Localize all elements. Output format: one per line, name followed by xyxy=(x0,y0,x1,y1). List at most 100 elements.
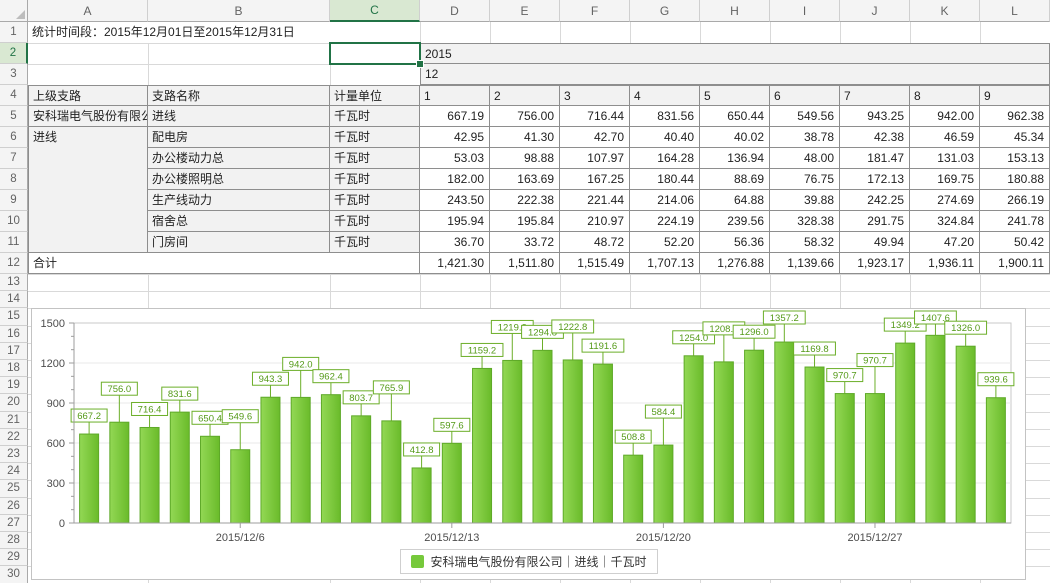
value-cell[interactable]: 943.25 xyxy=(840,106,910,127)
bar-day-25[interactable] xyxy=(805,367,824,523)
value-cell[interactable]: 180.44 xyxy=(630,169,700,190)
value-cell[interactable]: 153.13 xyxy=(980,148,1050,169)
value-cell[interactable]: 47.20 xyxy=(910,232,980,253)
bar-day-30[interactable] xyxy=(956,346,975,523)
year-cell[interactable]: 2015 xyxy=(420,43,1050,64)
unit-cell[interactable]: 千瓦时 xyxy=(330,148,420,169)
total-value-cell[interactable]: 1,139.66 xyxy=(770,253,840,274)
value-cell[interactable]: 716.44 xyxy=(560,106,630,127)
unit-cell[interactable]: 千瓦时 xyxy=(330,106,420,127)
row-header-12[interactable]: 12 xyxy=(0,253,28,274)
bar-day-22[interactable] xyxy=(714,362,733,523)
branch-name-cell[interactable]: 办公楼照明总 xyxy=(148,169,330,190)
value-cell[interactable]: 167.25 xyxy=(560,169,630,190)
row-header-2[interactable]: 2 xyxy=(0,43,28,64)
value-cell[interactable]: 242.25 xyxy=(840,190,910,211)
column-header-F[interactable]: F xyxy=(560,0,630,22)
branch-name-cell[interactable]: 宿舍总 xyxy=(148,211,330,232)
value-cell[interactable]: 36.70 xyxy=(420,232,490,253)
value-cell[interactable]: 48.00 xyxy=(770,148,840,169)
row-header-14[interactable]: 14 xyxy=(0,291,28,308)
parent-branch-cell[interactable]: 安科瑞电气股份有限公司 xyxy=(28,106,148,127)
value-cell[interactable]: 40.40 xyxy=(630,127,700,148)
total-value-cell[interactable]: 1,421.30 xyxy=(420,253,490,274)
value-cell[interactable]: 181.47 xyxy=(840,148,910,169)
row-header-8[interactable]: 8 xyxy=(0,169,28,190)
value-cell[interactable]: 53.03 xyxy=(420,148,490,169)
day-header[interactable]: 1 xyxy=(420,85,490,106)
bar-day-7[interactable] xyxy=(261,397,280,523)
total-label-cell[interactable]: 合计 xyxy=(28,253,420,274)
unit-cell[interactable]: 千瓦时 xyxy=(330,127,420,148)
value-cell[interactable]: 172.13 xyxy=(840,169,910,190)
bar-day-4[interactable] xyxy=(170,412,189,523)
column-header-G[interactable]: G xyxy=(630,0,700,22)
row-header-21[interactable]: 21 xyxy=(0,412,28,429)
value-cell[interactable]: 222.38 xyxy=(490,190,560,211)
total-value-cell[interactable]: 1,515.49 xyxy=(560,253,630,274)
value-cell[interactable]: 224.19 xyxy=(630,211,700,232)
unit-cell[interactable]: 千瓦时 xyxy=(330,169,420,190)
row-header-28[interactable]: 28 xyxy=(0,532,28,549)
value-cell[interactable]: 291.75 xyxy=(840,211,910,232)
day-header[interactable]: 7 xyxy=(840,85,910,106)
unit-cell[interactable]: 千瓦时 xyxy=(330,211,420,232)
bar-day-19[interactable] xyxy=(624,455,643,523)
day-header[interactable]: 6 xyxy=(770,85,840,106)
value-cell[interactable]: 210.97 xyxy=(560,211,630,232)
row-header-6[interactable]: 6 xyxy=(0,127,28,148)
value-cell[interactable]: 76.75 xyxy=(770,169,840,190)
legend[interactable]: 安科瑞电气股份有限公司｜进线｜千瓦时 xyxy=(399,549,657,574)
bar-day-9[interactable] xyxy=(321,395,340,523)
row-header-16[interactable]: 16 xyxy=(0,326,28,343)
value-cell[interactable]: 48.72 xyxy=(560,232,630,253)
chart[interactable]: 030060090012001500667.2756.0716.4831.665… xyxy=(31,308,1026,580)
branch-name-cell[interactable]: 门房间 xyxy=(148,232,330,253)
bar-day-3[interactable] xyxy=(140,427,159,523)
value-cell[interactable]: 163.69 xyxy=(490,169,560,190)
value-cell[interactable]: 214.06 xyxy=(630,190,700,211)
value-cell[interactable]: 180.88 xyxy=(980,169,1050,190)
value-cell[interactable]: 756.00 xyxy=(490,106,560,127)
value-cell[interactable]: 64.88 xyxy=(700,190,770,211)
day-header[interactable]: 4 xyxy=(630,85,700,106)
value-cell[interactable]: 33.72 xyxy=(490,232,560,253)
unit-cell[interactable]: 千瓦时 xyxy=(330,232,420,253)
table-header[interactable]: 上级支路 xyxy=(28,85,148,106)
row-header-9[interactable]: 9 xyxy=(0,190,28,211)
value-cell[interactable]: 107.97 xyxy=(560,148,630,169)
column-header-A[interactable]: A xyxy=(28,0,148,22)
column-header-E[interactable]: E xyxy=(490,0,560,22)
row-header-30[interactable]: 30 xyxy=(0,566,28,583)
value-cell[interactable]: 195.84 xyxy=(490,211,560,232)
value-cell[interactable]: 45.34 xyxy=(980,127,1050,148)
bar-day-29[interactable] xyxy=(926,335,945,523)
row-header-13[interactable]: 13 xyxy=(0,274,28,291)
value-cell[interactable]: 38.78 xyxy=(770,127,840,148)
row-header-5[interactable]: 5 xyxy=(0,106,28,127)
value-cell[interactable]: 136.94 xyxy=(700,148,770,169)
row-header-1[interactable]: 1 xyxy=(0,22,28,43)
column-header-C[interactable]: C xyxy=(330,0,420,22)
day-header[interactable]: 3 xyxy=(560,85,630,106)
bar-day-21[interactable] xyxy=(684,356,703,523)
value-cell[interactable]: 324.84 xyxy=(910,211,980,232)
value-cell[interactable]: 169.75 xyxy=(910,169,980,190)
bar-day-23[interactable] xyxy=(745,350,764,523)
value-cell[interactable]: 962.38 xyxy=(980,106,1050,127)
value-cell[interactable]: 50.42 xyxy=(980,232,1050,253)
value-cell[interactable]: 164.28 xyxy=(630,148,700,169)
total-value-cell[interactable]: 1,276.88 xyxy=(700,253,770,274)
row-header-23[interactable]: 23 xyxy=(0,446,28,463)
total-value-cell[interactable]: 1,900.11 xyxy=(980,253,1050,274)
value-cell[interactable]: 266.19 xyxy=(980,190,1050,211)
select-all-corner[interactable] xyxy=(0,0,28,22)
column-header-K[interactable]: K xyxy=(910,0,980,22)
value-cell[interactable]: 239.56 xyxy=(700,211,770,232)
value-cell[interactable]: 52.20 xyxy=(630,232,700,253)
bar-day-16[interactable] xyxy=(533,350,552,523)
value-cell[interactable]: 88.69 xyxy=(700,169,770,190)
column-header-B[interactable]: B xyxy=(148,0,330,22)
row-header-26[interactable]: 26 xyxy=(0,498,28,515)
column-header-L[interactable]: L xyxy=(980,0,1050,22)
